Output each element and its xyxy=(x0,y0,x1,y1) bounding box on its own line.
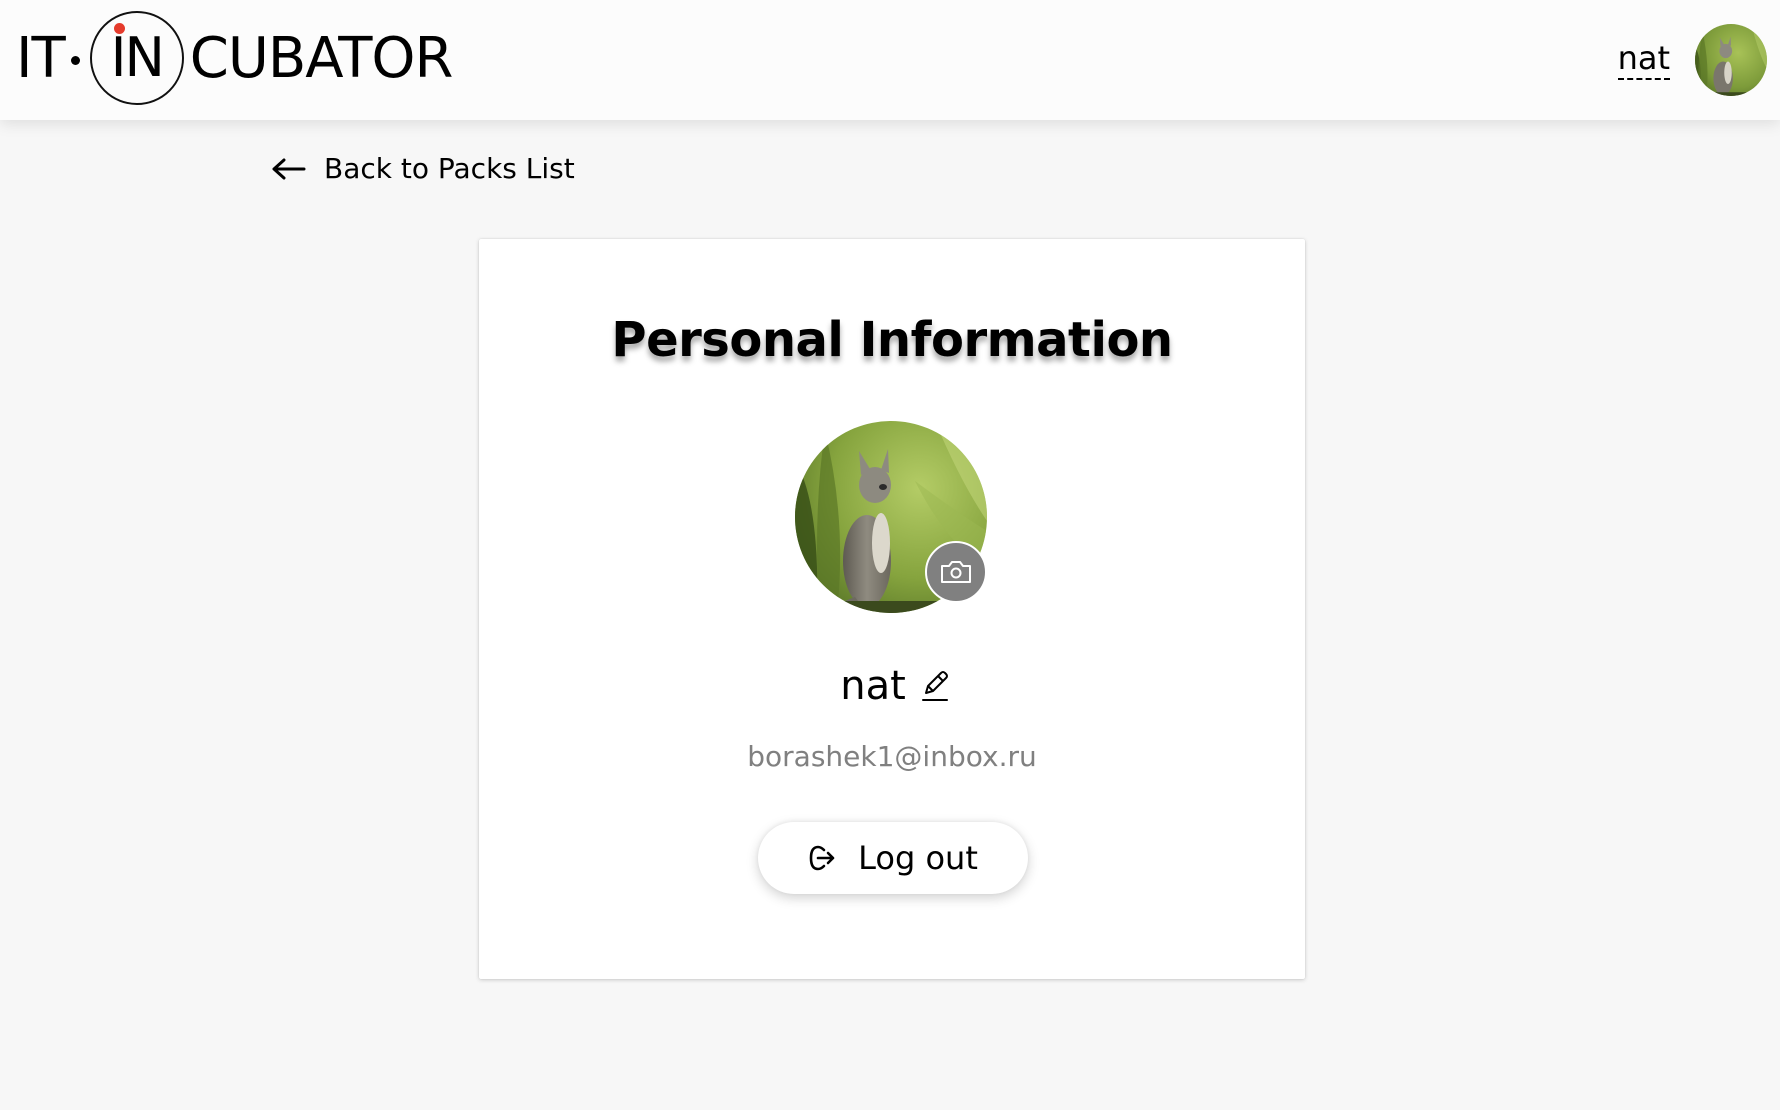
profile-email: borashek1@inbox.ru xyxy=(747,740,1037,773)
logo-text-in: IN xyxy=(110,26,165,89)
profile-name: nat xyxy=(840,663,906,709)
logout-button[interactable]: Log out xyxy=(758,822,1028,894)
pencil-icon[interactable] xyxy=(920,669,950,703)
page-title: Personal Information xyxy=(611,312,1173,368)
cat-avatar-icon[interactable] xyxy=(1695,24,1767,96)
logo-circle: IN xyxy=(89,11,184,105)
back-link-label: Back to Packs List xyxy=(324,152,575,185)
logo-text-cubator: CUBATOR xyxy=(189,25,454,91)
change-photo-button[interactable] xyxy=(925,541,987,603)
it-incubator-logo[interactable]: IT IN CUBATOR xyxy=(16,8,456,108)
header-user-name[interactable]: nat xyxy=(1617,38,1670,80)
arrow-left-icon xyxy=(272,158,306,179)
logout-label: Log out xyxy=(858,839,978,877)
logo-text-it: IT xyxy=(16,25,66,91)
camera-icon xyxy=(941,561,971,583)
profile-name-row: nat xyxy=(479,664,1305,708)
logo-dot xyxy=(70,55,80,65)
logout-icon xyxy=(809,845,835,871)
app-header: IT IN CUBATOR nat xyxy=(0,0,1780,120)
back-to-packs-link[interactable]: Back to Packs List xyxy=(272,152,575,185)
logo-red-dot xyxy=(113,23,125,34)
